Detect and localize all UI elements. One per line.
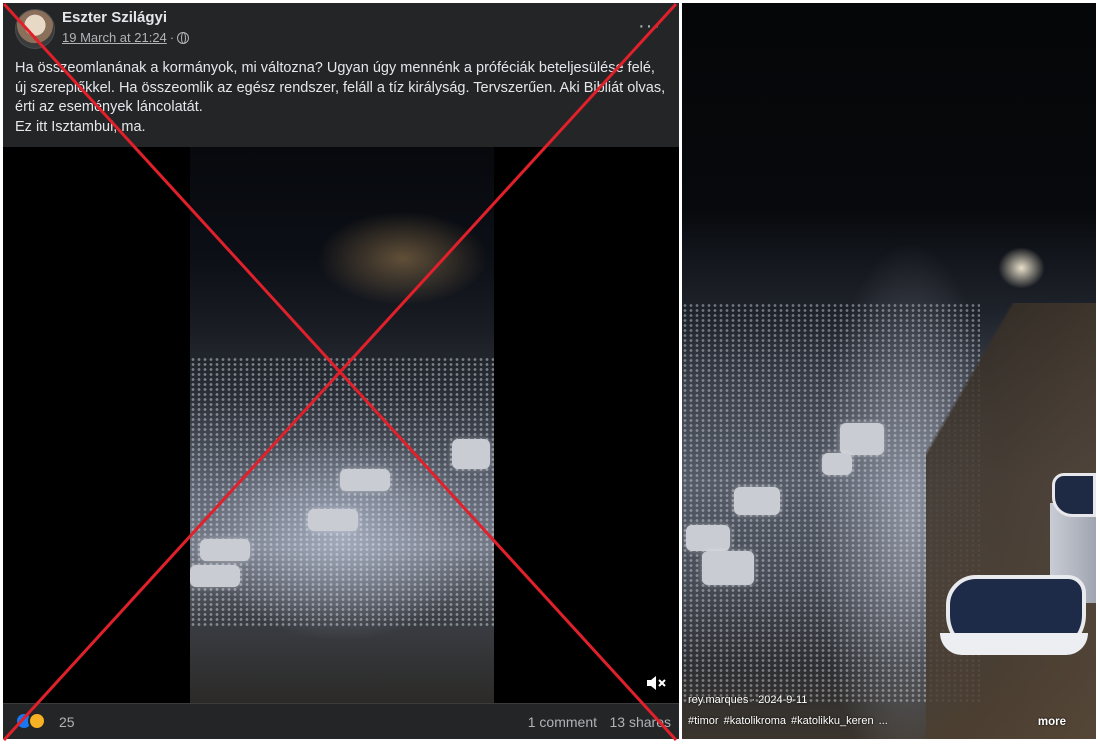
post-text-line: új szereplőkkel. Ha összeomlik az egész … [15,79,666,96]
wow-icon [28,712,46,730]
bus [840,423,884,455]
post-timestamp[interactable]: 19 March at 21:24 [62,30,167,45]
post-text-line: Ez itt Isztambul, ma. [15,118,146,135]
original-video-still: rey.marques · 2024-9-11 #timor #katolikr… [682,3,1096,739]
sneaker [1052,473,1096,517]
globe-icon [177,31,190,44]
post-text-line: érti az események láncolatát. [15,99,203,115]
reaction-count[interactable]: 25 [59,714,75,730]
speaker-muted-icon[interactable] [645,673,669,693]
car [702,551,754,585]
sneaker-sole [940,633,1088,655]
shares-link[interactable]: 13 shares [610,714,671,730]
car [308,509,358,531]
author-name[interactable]: Eszter Szilágyi [62,9,167,26]
bus [452,439,490,469]
facebook-post: Eszter Szilágyi 19 March at 21:24 · ··· … [3,3,679,739]
ellipsis-icon[interactable]: ··· [638,15,661,38]
car [340,469,390,491]
video-credit[interactable]: rey.marques · 2024-9-11 [688,694,807,706]
video-frame[interactable] [190,147,494,703]
car [686,525,730,551]
post-footer: 25 1 comment 13 shares [3,703,679,739]
video-hashtags[interactable]: #timor #katolikroma #katolikku_keren ... [688,715,888,727]
car [190,565,240,587]
post-meta: 19 March at 21:24 · [62,30,190,45]
avatar[interactable] [15,9,55,49]
more-link[interactable]: more [1038,716,1066,728]
video-player[interactable] [3,147,679,703]
car [822,453,852,475]
car [734,487,780,515]
comparison-image: Eszter Szilágyi 19 March at 21:24 · ··· … [0,0,1100,744]
reaction-icons[interactable] [15,712,53,732]
car [200,539,250,561]
post-text-line: Ha összeomlanának a kormányok, mi változ… [15,60,655,76]
post-header: Eszter Szilágyi 19 March at 21:24 · ··· [3,3,679,55]
post-text: Ha összeomlanának a kormányok, mi változ… [15,59,670,137]
comments-link[interactable]: 1 comment [528,714,597,730]
meta-separator: · [169,30,175,45]
